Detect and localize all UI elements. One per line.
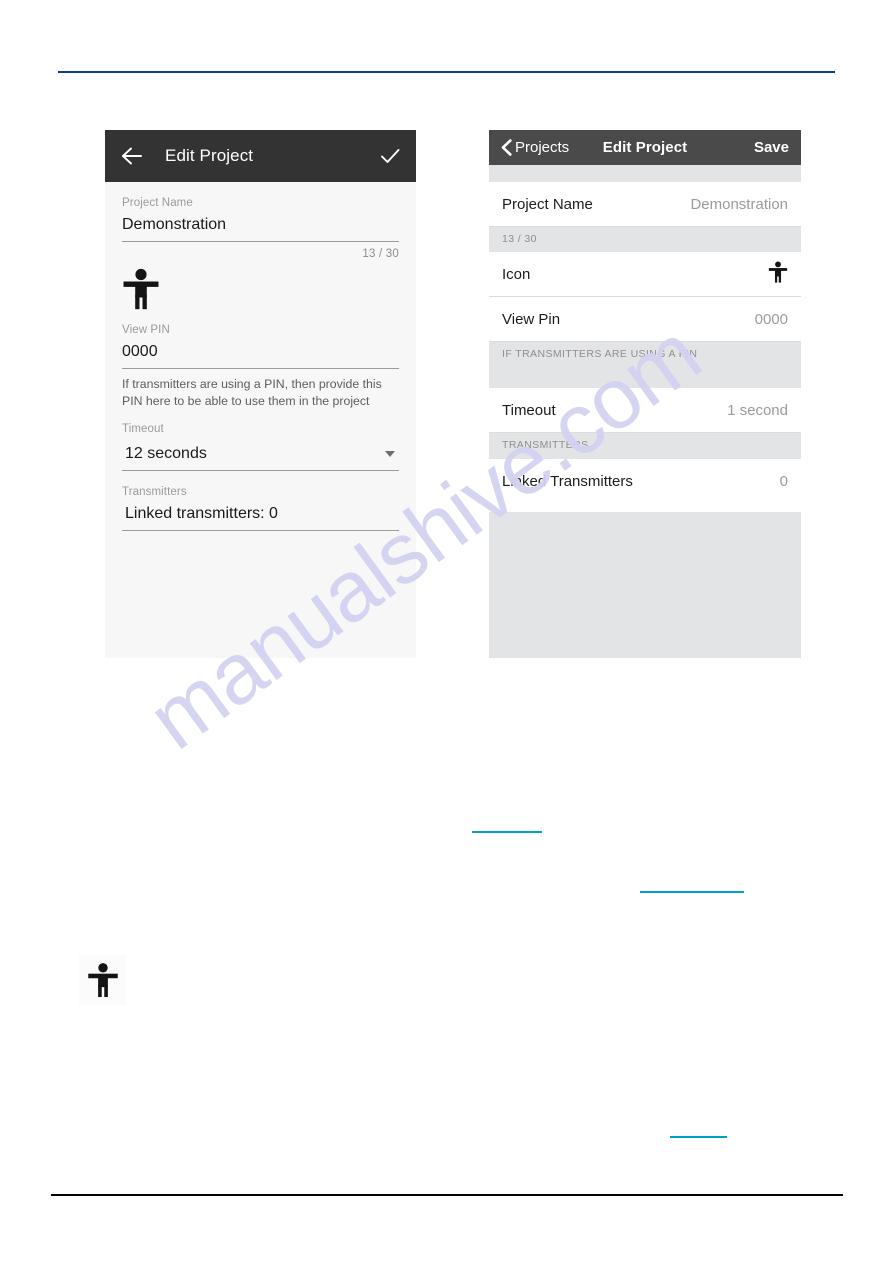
page-top-rule [58,71,835,73]
chevron-left-icon [501,139,512,156]
android-timeout-field[interactable]: Timeout 12 seconds [122,409,399,471]
ios-back-button[interactable]: Projects [501,139,569,156]
ios-transmitters-section-header: TRANSMITTERS [489,433,801,459]
ios-row-view-pin[interactable]: View Pin 0000 [489,297,801,342]
ios-row-icon[interactable]: Icon [489,252,801,297]
android-view-pin-input[interactable]: 0000 [122,337,399,367]
ios-pin-hint-text: IF TRANSMITTERS ARE USING A PIN [502,348,698,360]
accessibility-icon [122,268,160,310]
ios-timeout-value: 1 second [727,401,788,419]
ios-linked-transmitters-value: 0 [779,473,788,490]
android-transmitters-underline [122,530,399,531]
ios-project-name-label: Project Name [502,195,593,213]
accessibility-icon [87,962,119,998]
ios-navigation-bar: Projects Edit Project Save [489,130,801,165]
android-project-name-field[interactable]: Project Name Demonstration 13 / 30 [122,182,399,260]
android-char-counter: 13 / 30 [362,248,399,260]
ios-back-label: Projects [515,139,570,156]
android-icon-picker[interactable] [122,260,399,321]
back-arrow-icon[interactable] [119,143,145,169]
ios-row-project-name[interactable]: Project Name Demonstration [489,182,801,227]
android-edit-project-screenshot: Edit Project Project Name Demonstration … [105,130,416,658]
ios-project-name-value: Demonstration [690,195,788,213]
ios-list-bottom-spacer [489,504,801,512]
ios-char-counter-section: 13 / 30 [489,227,801,252]
android-screen-title: Edit Project [165,146,254,165]
ios-view-pin-label: View Pin [502,310,561,328]
android-view-pin-field[interactable]: View PIN 0000 If transmitters are using … [122,321,399,409]
ios-empty-list-area [489,512,801,658]
accessibility-icon [768,261,788,287]
android-transmitters-field[interactable]: Transmitters Linked transmitters: 0 [122,471,399,531]
android-timeout-select[interactable]: 12 seconds [122,436,399,469]
android-pin-helper-text: If transmitters are using a PIN, then pr… [122,377,382,408]
android-project-name-label: Project Name [122,197,193,209]
ios-row-linked-transmitters[interactable]: Linked Transmitters 0 [489,459,801,504]
standalone-accessibility-icon-figure [79,955,126,1005]
android-transmitters-value[interactable]: Linked transmitters: 0 [122,499,399,529]
inline-link-underline-3[interactable] [670,1136,727,1138]
ios-view-pin-value: 0000 [754,310,788,328]
ios-row-timeout[interactable]: Timeout 1 second [489,388,801,433]
ios-top-section-gap [489,165,801,182]
check-icon[interactable] [378,144,402,168]
ios-save-button[interactable]: Save [754,139,789,156]
android-timeout-label: Timeout [122,423,164,435]
ios-pin-hint-section: IF TRANSMITTERS ARE USING A PIN [489,342,801,388]
ios-transmitters-header-text: TRANSMITTERS [502,439,589,451]
page-bottom-rule [51,1194,843,1196]
android-form-body: Project Name Demonstration 13 / 30 View … [105,182,416,531]
android-timeout-value: 12 seconds [125,445,207,462]
ios-edit-project-screenshot: Projects Edit Project Save Project Name … [489,130,801,665]
android-app-bar: Edit Project [105,130,416,182]
android-project-name-input[interactable]: Demonstration [122,210,399,240]
inline-link-underline-1[interactable] [472,831,542,833]
ios-char-counter: 13 / 30 [502,233,537,245]
android-transmitters-label: Transmitters [122,486,187,498]
ios-linked-transmitters-label: Linked Transmitters [502,473,633,490]
ios-timeout-label: Timeout [502,401,556,419]
chevron-down-icon[interactable] [385,451,395,457]
ios-icon-label: Icon [502,265,531,283]
inline-link-underline-2[interactable] [640,891,744,893]
android-view-pin-label: View PIN [122,324,170,336]
